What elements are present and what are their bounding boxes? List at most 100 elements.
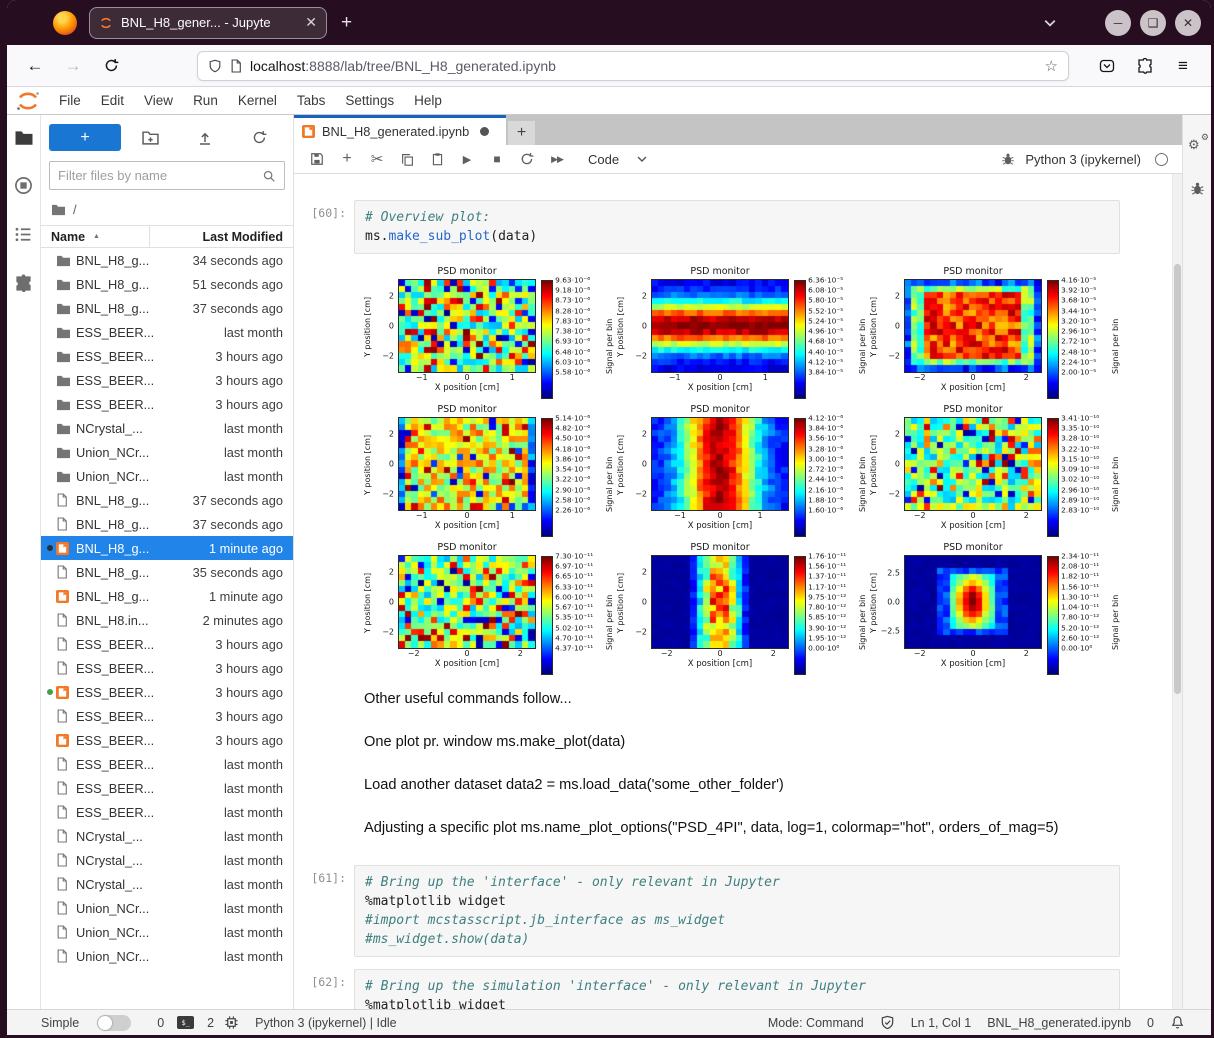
file-row[interactable]: ESS_BEER...last month — [41, 800, 293, 824]
file-row[interactable]: ESS_BEER...3 hours ago — [41, 680, 293, 704]
file-row[interactable]: Union_NCr...last month — [41, 464, 293, 488]
file-row[interactable]: BNL_H8_g...51 seconds ago — [41, 272, 293, 296]
browser-tab[interactable]: BNL_H8_gener... - Jupyte ✕ — [89, 7, 327, 39]
file-row[interactable]: ESS_BEER...3 hours ago — [41, 704, 293, 728]
menu-view[interactable]: View — [134, 93, 183, 108]
url-text[interactable]: localhost:8888/lab/tree/BNL_H8_generated… — [250, 58, 1037, 74]
file-row[interactable]: BNL_H8_g...1 minute ago — [41, 584, 293, 608]
file-row[interactable]: Union_NCr...last month — [41, 920, 293, 944]
file-row[interactable]: ESS_BEER...3 hours ago — [41, 392, 293, 416]
menu-tabs[interactable]: Tabs — [287, 93, 336, 108]
column-name-header[interactable]: Name▲ — [41, 230, 149, 244]
menu-hamburger-icon[interactable]: ≡ — [1169, 52, 1197, 80]
minimize-button[interactable]: ─ — [1105, 10, 1131, 36]
close-button[interactable]: ✕ — [1175, 10, 1201, 36]
bookmark-star-icon[interactable]: ☆ — [1045, 57, 1058, 75]
maximize-button[interactable]: ❑ — [1140, 10, 1166, 36]
file-row[interactable]: NCrystal_...last month — [41, 848, 293, 872]
menu-settings[interactable]: Settings — [335, 93, 404, 108]
unsaved-changes-dot[interactable] — [480, 127, 489, 136]
file-row[interactable]: BNL_H8_g...1 minute ago — [41, 536, 293, 560]
file-row[interactable]: NCrystal_...last month — [41, 824, 293, 848]
property-inspector-icon[interactable]: ⚙⚙ — [1188, 137, 1206, 155]
copy-cell-button[interactable] — [394, 147, 420, 171]
pocket-icon[interactable] — [1093, 52, 1121, 80]
restart-kernel-button[interactable] — [514, 147, 540, 171]
column-modified-header[interactable]: Last Modified — [149, 226, 293, 247]
extensions-puzzle-icon[interactable] — [1131, 52, 1159, 80]
debugger-bug-icon[interactable] — [995, 147, 1021, 171]
firefox-logo-icon[interactable] — [53, 11, 77, 35]
menu-help[interactable]: Help — [404, 93, 452, 108]
file-browser-tab-icon[interactable] — [14, 129, 34, 146]
file-row[interactable]: Union_NCr...last month — [41, 944, 293, 968]
cell-type-select[interactable]: Code — [588, 152, 647, 167]
menu-edit[interactable]: Edit — [91, 93, 134, 108]
debugger-panel-icon[interactable] — [1190, 181, 1205, 196]
new-tab-button[interactable]: + — [341, 12, 352, 34]
notifications-count[interactable]: 0 — [1147, 1016, 1154, 1030]
file-row[interactable]: BNL_H8.in...2 minutes ago — [41, 608, 293, 632]
file-row[interactable]: Union_NCr...last month — [41, 440, 293, 464]
forward-button[interactable]: → — [59, 52, 87, 80]
back-button[interactable]: ← — [21, 52, 49, 80]
interrupt-kernel-button[interactable]: ■ — [484, 147, 510, 171]
code-cell[interactable]: [60]:# Overview plot:ms.make_sub_plot(da… — [304, 200, 1166, 254]
file-row[interactable]: ESS_BEER...3 hours ago — [41, 728, 293, 752]
tab-list-chevron-icon[interactable] — [1044, 19, 1056, 27]
restart-run-all-button[interactable]: ▶▶ — [544, 147, 570, 171]
file-row[interactable]: ESS_BEER...last month — [41, 320, 293, 344]
file-row[interactable]: NCrystal_...last month — [41, 872, 293, 896]
file-row[interactable]: ESS_BEER...last month — [41, 752, 293, 776]
simple-mode-toggle[interactable] — [97, 1015, 131, 1031]
file-row[interactable]: ESS_BEER...3 hours ago — [41, 344, 293, 368]
reload-button[interactable] — [97, 52, 125, 80]
tab-close-icon[interactable]: ✕ — [305, 14, 317, 31]
markdown-cell[interactable]: Other useful commands follow...One plot … — [362, 685, 1166, 865]
kernel-status-icon[interactable] — [1155, 153, 1168, 166]
bell-icon[interactable] — [1170, 1015, 1185, 1030]
statusbar-filename[interactable]: BNL_H8_generated.ipynb — [987, 1016, 1131, 1030]
file-row[interactable]: BNL_H8_g...35 seconds ago — [41, 560, 293, 584]
cell-editor[interactable]: # Overview plot:ms.make_sub_plot(data) — [354, 200, 1120, 254]
paste-cell-button[interactable] — [424, 147, 450, 171]
file-row[interactable]: ESS_BEER...3 hours ago — [41, 656, 293, 680]
scrollbar-thumb[interactable] — [1174, 264, 1181, 694]
file-row[interactable]: BNL_H8_g...34 seconds ago — [41, 248, 293, 272]
menu-run[interactable]: Run — [183, 93, 228, 108]
shield-icon[interactable] — [208, 59, 222, 73]
cell-editor[interactable]: # Bring up the simulation 'interface' - … — [354, 969, 1120, 1009]
file-row[interactable]: BNL_H8_g...37 seconds ago — [41, 296, 293, 320]
file-row[interactable]: ESS_BEER...last month — [41, 776, 293, 800]
breadcrumb-root[interactable]: / — [73, 202, 77, 217]
save-button[interactable] — [304, 147, 330, 171]
running-sessions-icon[interactable] — [14, 176, 33, 195]
file-row[interactable]: ESS_BEER...3 hours ago — [41, 632, 293, 656]
kernel-chip-icon[interactable] — [224, 1015, 239, 1030]
code-cell[interactable]: [62]:# Bring up the simulation 'interfac… — [304, 969, 1166, 1009]
run-cell-button[interactable]: ▶ — [454, 147, 480, 171]
menu-kernel[interactable]: Kernel — [228, 93, 287, 108]
code-cell[interactable]: [61]:# Bring up the 'interface' - only r… — [304, 865, 1166, 957]
cut-cell-button[interactable]: ✂ — [364, 147, 390, 171]
file-row[interactable]: Union_NCr...last month — [41, 896, 293, 920]
table-of-contents-icon[interactable] — [14, 225, 33, 244]
kernel-name-label[interactable]: Python 3 (ipykernel) — [1025, 152, 1141, 167]
file-row[interactable]: BNL_H8_g...37 seconds ago — [41, 488, 293, 512]
file-row[interactable]: NCrystal_...last month — [41, 416, 293, 440]
cursor-position[interactable]: Ln 1, Col 1 — [911, 1016, 971, 1030]
insert-cell-button[interactable]: + — [334, 147, 360, 171]
command-mode-indicator[interactable]: Mode: Command — [768, 1016, 864, 1030]
refresh-file-list-button[interactable] — [234, 130, 285, 145]
file-row[interactable]: ESS_BEER...3 hours ago — [41, 368, 293, 392]
filter-files-input[interactable] — [58, 168, 256, 183]
new-folder-button[interactable] — [125, 130, 176, 145]
terminal-icon[interactable]: $_ — [177, 1016, 194, 1029]
menu-file[interactable]: File — [49, 93, 91, 108]
notebook-tab[interactable]: BNL_H8_generated.ipynb — [294, 115, 506, 145]
breadcrumb[interactable]: / — [41, 194, 293, 225]
cell-editor[interactable]: # Bring up the 'interface' - only releva… — [354, 865, 1120, 957]
upload-button[interactable] — [180, 130, 231, 146]
notebook-scrollbar[interactable] — [1172, 174, 1182, 1009]
new-launcher-button[interactable]: + — [49, 124, 121, 151]
